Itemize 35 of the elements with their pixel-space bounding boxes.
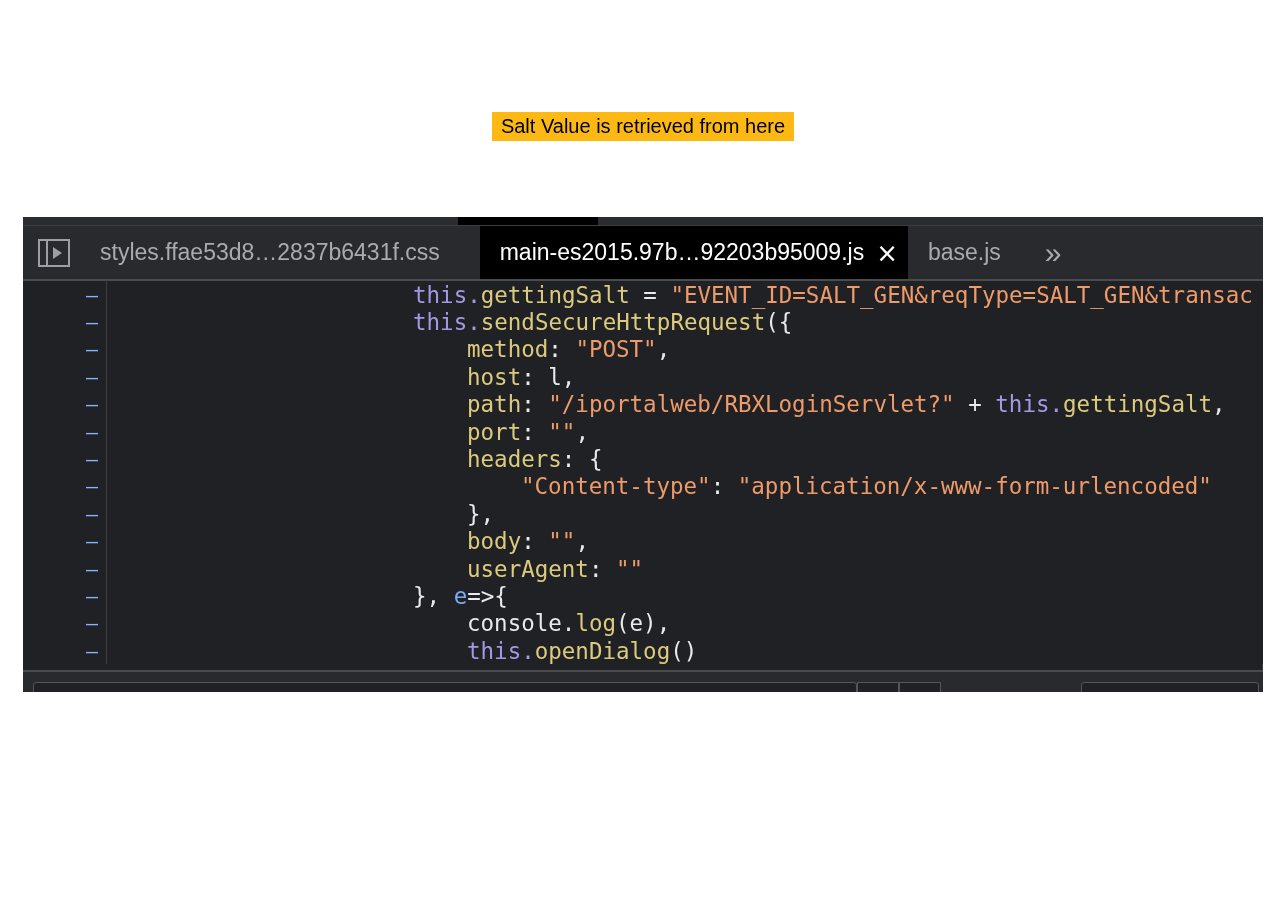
- code-line: body: "",: [467, 528, 589, 555]
- code-line: userAgent: "": [467, 555, 644, 582]
- sidebar-toggle-icon[interactable]: [38, 239, 70, 267]
- line-marker: –: [85, 529, 98, 554]
- code-line: path: "/iportalweb/RBXLoginServlet?" + this.gettingSalt,: [467, 391, 1226, 418]
- code-line: port: "",: [467, 418, 589, 445]
- code-line: method: "POST",: [467, 336, 671, 363]
- code-line: }, e=>{: [413, 583, 508, 609]
- line-marker: –: [85, 337, 98, 362]
- caption-label: Salt Value is retrieved from here: [491, 112, 795, 141]
- code-line: host: l,: [467, 363, 576, 390]
- line-marker: –: [85, 474, 98, 499]
- code-line: this.gettingSalt = "EVENT_ID=SALT_GEN&reqType=SALT_GEN&transac: [413, 281, 1253, 308]
- line-marker: –: [85, 364, 98, 389]
- code-line: },: [467, 500, 495, 527]
- code-line: this.openDialog(): [467, 637, 698, 664]
- line-marker: –: [85, 556, 98, 581]
- close-icon[interactable]: ×: [876, 237, 898, 268]
- code-line: "Content-type": "application/x-www-form-urlencoded": [521, 473, 1212, 500]
- line-marker: –: [85, 638, 98, 663]
- file-tab[interactable]: styles.ffae53d8…2837b6431f.css: [100, 226, 458, 279]
- line-marker: –: [85, 447, 98, 472]
- line-marker: –: [85, 584, 98, 608]
- more-tabs-button[interactable]: »: [1038, 226, 1068, 279]
- code-line: this.sendSecureHttpRequest({: [413, 309, 793, 336]
- line-marker: –: [85, 282, 98, 307]
- line-marker: –: [85, 392, 98, 417]
- code-line: console.log(e),: [467, 610, 671, 637]
- line-marker: –: [85, 310, 98, 335]
- line-marker: –: [85, 501, 98, 526]
- line-marker: –: [85, 419, 98, 444]
- file-tab[interactable]: base.js: [907, 226, 1019, 279]
- line-marker: –: [85, 611, 98, 636]
- file-tab[interactable]: main-es2015.97b…92203b95009.js ×: [479, 226, 908, 279]
- code-line: headers: {: [467, 446, 603, 473]
